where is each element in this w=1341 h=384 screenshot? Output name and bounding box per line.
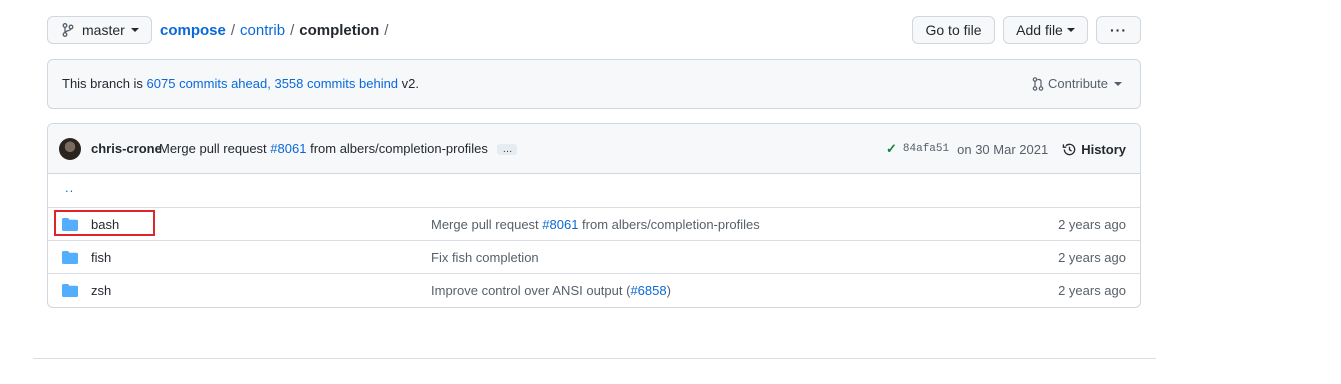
- latest-commit-bar: chris-crone Merge pull request #8061 fro…: [48, 124, 1140, 174]
- pr-link[interactable]: #6858: [630, 283, 666, 298]
- commit-date: on 30 Mar 2021: [957, 141, 1049, 157]
- contribute-label: Contribute: [1048, 76, 1108, 91]
- expand-message-button[interactable]: …: [497, 144, 518, 156]
- file-row-zsh[interactable]: zsh Improve control over ANSI output (#6…: [48, 273, 1140, 306]
- commits-behind-link[interactable]: 3558 commits behind: [274, 76, 398, 91]
- more-options-button[interactable]: ···: [1096, 16, 1141, 44]
- commit-pr-link[interactable]: #8061: [270, 141, 306, 156]
- file-commit-message: Merge pull request #8061 from albers/com…: [431, 217, 760, 232]
- file-commit-message: Fix fish completion: [431, 250, 539, 265]
- commit-message-prefix: Merge pull request: [159, 141, 267, 156]
- file-row-fish[interactable]: fish Fix fish completion 2 years ago: [48, 240, 1140, 273]
- breadcrumb-separator: /: [290, 22, 295, 39]
- commit-sha[interactable]: 84afa51: [903, 143, 949, 155]
- chevron-down-icon: [130, 28, 139, 32]
- file-age: 2 years ago: [1058, 250, 1126, 265]
- history-icon: [1062, 142, 1077, 157]
- pr-link[interactable]: #8061: [542, 217, 578, 232]
- file-age: 2 years ago: [1058, 217, 1126, 232]
- parent-directory-link[interactable]: ..: [65, 180, 74, 195]
- file-commit-message: Improve control over ANSI output (#6858): [431, 283, 671, 298]
- commit-meta: ✓ 84afa51 on 30 Mar 2021 History: [886, 141, 1126, 157]
- branch-select-button[interactable]: master: [47, 16, 152, 44]
- history-link[interactable]: History: [1062, 142, 1126, 157]
- add-file-label: Add file: [1016, 22, 1063, 38]
- add-file-button[interactable]: Add file: [1003, 16, 1088, 44]
- file-name[interactable]: zsh: [91, 283, 111, 298]
- file-row-bash[interactable]: bash Merge pull request #8061 from alber…: [48, 207, 1140, 240]
- branch-status-banner: This branch is 6075 commits ahead, 3558 …: [47, 59, 1141, 109]
- chevron-down-icon: [1066, 28, 1075, 32]
- footer-divider: [33, 358, 1156, 359]
- banner-prefix: This branch is: [62, 76, 147, 91]
- commits-ahead-link[interactable]: 6075 commits ahead,: [147, 76, 271, 91]
- kebab-icon: ···: [1110, 22, 1127, 38]
- breadcrumb-separator: /: [384, 22, 389, 39]
- file-age: 2 years ago: [1058, 283, 1126, 298]
- banner-suffix: v2.: [401, 76, 420, 91]
- commit-message-suffix: from albers/completion-profiles: [310, 141, 488, 156]
- avatar[interactable]: [59, 138, 81, 160]
- file-name[interactable]: fish: [91, 250, 111, 265]
- msg-text: ): [666, 283, 671, 298]
- chevron-down-icon: [1114, 81, 1122, 86]
- commit-message: Merge pull request #8061 from albers/com…: [159, 141, 518, 156]
- branch-name: master: [82, 22, 125, 38]
- breadcrumb-separator: /: [230, 22, 236, 39]
- breadcrumb-contrib[interactable]: contrib: [240, 22, 285, 39]
- go-to-file-button[interactable]: Go to file: [912, 16, 995, 44]
- history-label: History: [1081, 141, 1126, 157]
- go-to-file-label: Go to file: [925, 22, 982, 38]
- breadcrumb: compose / contrib / completion /: [160, 22, 393, 39]
- breadcrumb-compose[interactable]: compose: [160, 22, 226, 39]
- msg-text: Improve control over ANSI output (: [431, 283, 631, 298]
- git-branch-icon: [62, 23, 74, 37]
- file-list: chris-crone Merge pull request #8061 fro…: [47, 123, 1141, 308]
- msg-text: Fix fish completion: [431, 250, 539, 265]
- pull-request-icon: [1032, 76, 1044, 91]
- msg-text: Merge pull request: [431, 217, 543, 232]
- check-icon: ✓: [886, 141, 897, 156]
- folder-icon: [62, 284, 78, 300]
- msg-text: from albers/completion-profiles: [578, 217, 760, 232]
- highlight-box: [54, 210, 155, 236]
- commit-author[interactable]: chris-crone: [91, 141, 162, 156]
- contribute-dropdown[interactable]: Contribute: [1032, 76, 1122, 91]
- branch-status-text: This branch is 6075 commits ahead, 3558 …: [62, 76, 419, 91]
- folder-icon: [62, 251, 78, 267]
- breadcrumb-current: completion: [299, 22, 380, 39]
